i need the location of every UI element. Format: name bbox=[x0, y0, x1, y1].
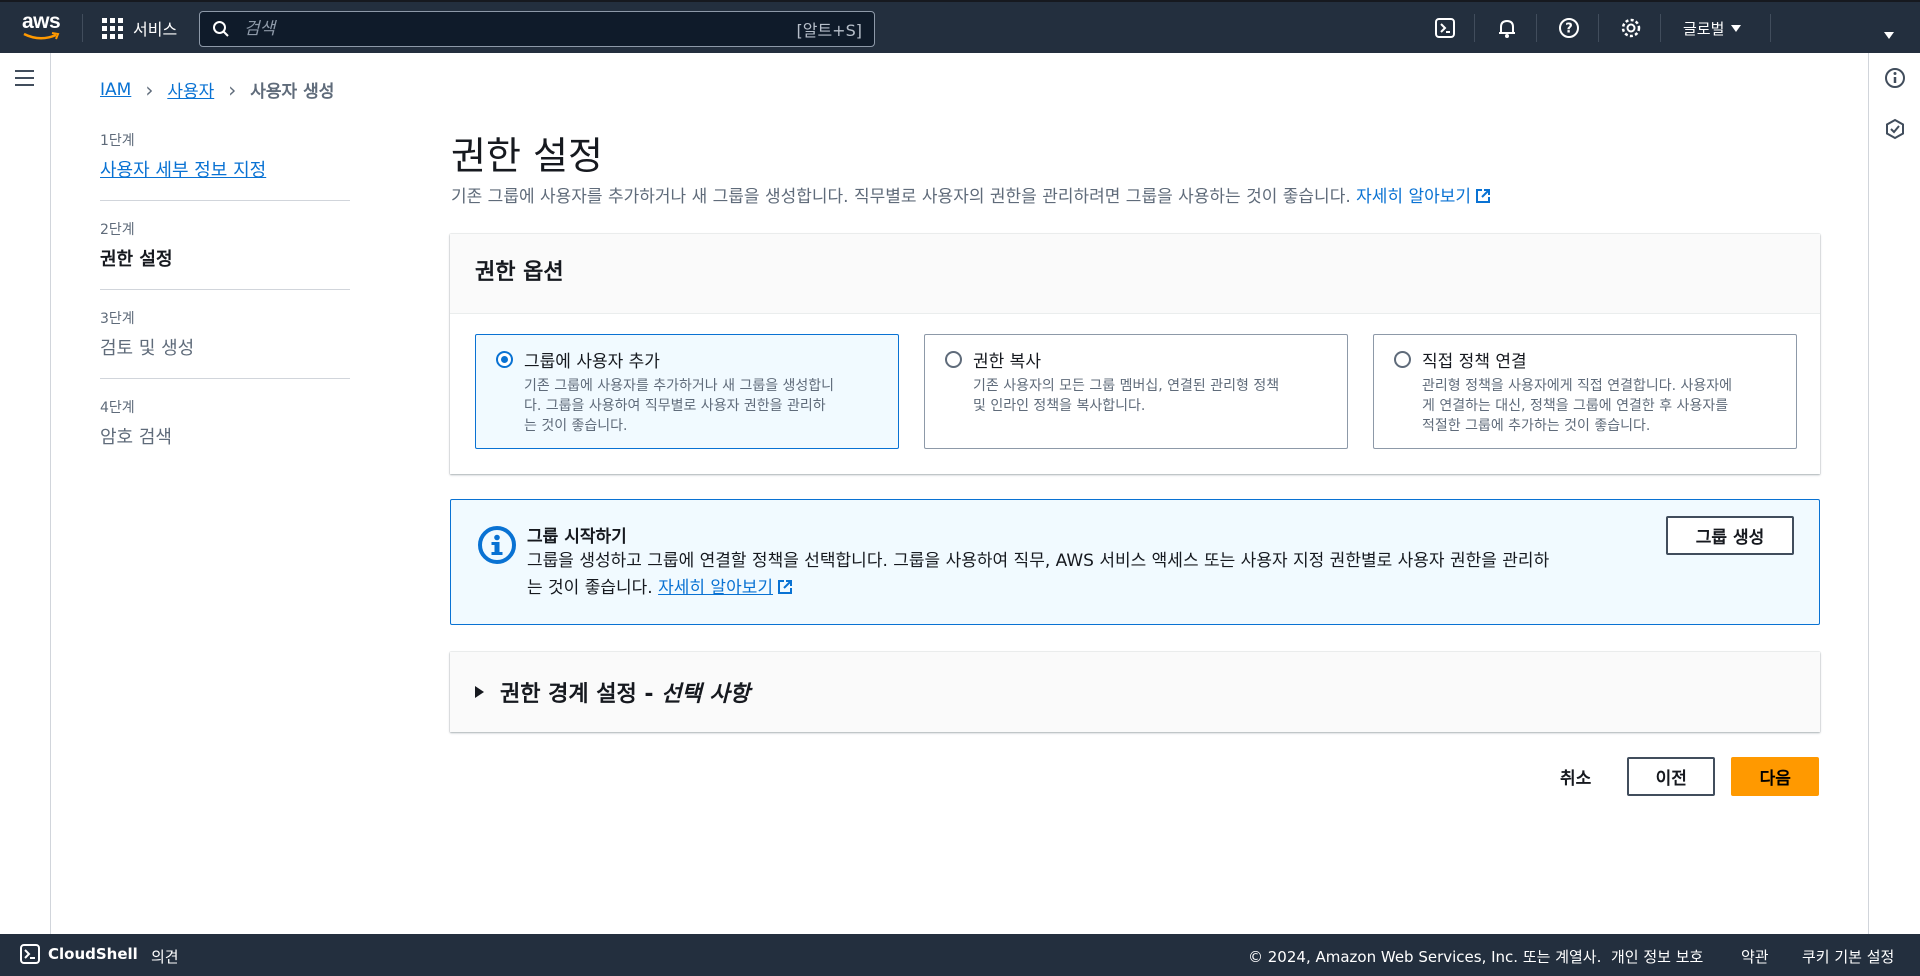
nav-divider bbox=[82, 14, 83, 42]
option-add-to-group[interactable]: 그룹에 사용자 추가 기존 그룹에 사용자를 추가하거나 새 그룹을 생성합니 … bbox=[475, 334, 899, 449]
search-shortcut-hint: [알트+S] bbox=[796, 21, 863, 40]
services-label: 서비스 bbox=[133, 20, 178, 39]
footer: CloudShell 의견 © 2024, Amazon Web Service… bbox=[0, 934, 1920, 976]
caret-down-icon bbox=[1884, 32, 1894, 39]
chevron-right-icon: › bbox=[228, 77, 237, 102]
privacy-link[interactable]: 개인 정보 보호 bbox=[1611, 946, 1703, 967]
permission-options-panel: 권한 옵션 그룹에 사용자 추가 기존 그룹에 사용자를 추가하거나 새 그룹을… bbox=[450, 234, 1820, 474]
services-menu-button[interactable]: 서비스 bbox=[102, 16, 177, 40]
aws-smile-icon bbox=[23, 32, 60, 40]
cloudshell-icon[interactable] bbox=[1433, 16, 1457, 40]
option-description: 관리형 정책을 사용자에게 직접 연결합니다. 사용자에 게 연결하는 대신, … bbox=[1422, 378, 1733, 434]
cookie-preferences-link[interactable]: 쿠키 기본 설정 bbox=[1802, 946, 1894, 967]
cancel-button[interactable]: 취소 bbox=[1540, 764, 1611, 789]
nav-divider bbox=[1770, 14, 1771, 42]
right-side-rail bbox=[1868, 53, 1920, 934]
step-number: 3단계 bbox=[100, 311, 135, 327]
help-icon[interactable]: ? bbox=[1557, 16, 1581, 40]
top-navigation: aws 서비스 [알트+S] ? 글로벌 bbox=[0, 0, 1920, 53]
radio-button-selected[interactable] bbox=[496, 351, 513, 368]
page-title: 권한 설정 bbox=[451, 134, 603, 178]
wizard-step-3: 3단계 검토 및 생성 bbox=[100, 308, 350, 379]
step-label: 검토 및 생성 bbox=[100, 338, 195, 359]
terms-link[interactable]: 약관 bbox=[1741, 946, 1769, 967]
info-icon bbox=[478, 526, 516, 564]
option-description: 기존 그룹에 사용자를 추가하거나 새 그룹을 생성합니 다. 그룹을 사용하여… bbox=[524, 378, 835, 434]
page-description: 기존 그룹에 사용자를 추가하거나 새 그룹을 생성합니다. 직무별로 사용자의… bbox=[451, 182, 1491, 207]
nav-divider bbox=[1474, 14, 1475, 42]
nav-divider bbox=[1536, 14, 1537, 42]
breadcrumb-current: 사용자 생성 bbox=[250, 82, 335, 102]
previous-button[interactable]: 이전 bbox=[1627, 757, 1716, 796]
settings-gear-icon[interactable] bbox=[1619, 16, 1643, 40]
step-link-user-details[interactable]: 사용자 세부 정보 지정 bbox=[100, 160, 266, 181]
learn-more-label: 자세히 알아보기 bbox=[1356, 187, 1472, 207]
learn-more-link[interactable]: 자세히 알아보기 bbox=[1356, 187, 1491, 207]
breadcrumb-link-users[interactable]: 사용자 bbox=[167, 77, 214, 102]
cloudshell-button[interactable]: CloudShell bbox=[20, 944, 138, 964]
wizard-actions: 취소 이전 다음 bbox=[1540, 757, 1820, 796]
option-description: 기존 사용자의 모든 그룹 멤버십, 연결된 관리형 정책 및 인라인 정책을 … bbox=[973, 378, 1280, 414]
radio-button[interactable] bbox=[1394, 351, 1411, 368]
alert-body-text: 그룹을 생성하고 그룹에 연결할 정책을 선택합니다. 그룹을 사용하여 직무,… bbox=[527, 551, 1550, 571]
option-title: 그룹에 사용자 추가 bbox=[524, 352, 660, 372]
option-title: 직접 정책 연결 bbox=[1422, 352, 1527, 372]
nav-divider bbox=[1660, 14, 1661, 42]
wizard-step-4: 4단계 암호 검색 bbox=[100, 397, 350, 467]
search-input[interactable] bbox=[244, 19, 797, 39]
option-title: 권한 복사 bbox=[973, 352, 1041, 372]
external-link-icon bbox=[778, 580, 792, 594]
create-group-button[interactable]: 그룹 생성 bbox=[1666, 516, 1794, 555]
copyright-text: © 2024, Amazon Web Services, Inc. 또는 계열사… bbox=[1248, 948, 1602, 966]
permission-option-tiles: 그룹에 사용자 추가 기존 그룹에 사용자를 추가하거나 새 그룹을 생성합니 … bbox=[475, 334, 1797, 449]
step-label-current: 권한 설정 bbox=[100, 249, 173, 270]
next-button[interactable]: 다음 bbox=[1731, 757, 1820, 796]
svg-text:?: ? bbox=[1565, 22, 1573, 37]
caret-right-icon bbox=[475, 686, 484, 698]
alert-title: 그룹 시작하기 bbox=[527, 527, 627, 547]
expandable-title: 권한 경계 설정 - 선택 사항 bbox=[500, 682, 750, 707]
wizard-step-1: 1단계 사용자 세부 정보 지정 bbox=[100, 130, 350, 201]
wizard-step-2: 2단계 권한 설정 bbox=[100, 219, 350, 290]
region-selector[interactable]: 글로벌 bbox=[1683, 18, 1742, 39]
services-grid-icon bbox=[102, 17, 123, 39]
info-alert-get-started-groups: 그룹 시작하기 그룹을 생성하고 그룹에 연결할 정책을 선택합니다. 그룹을 … bbox=[450, 499, 1820, 625]
feedback-link[interactable]: 의견 bbox=[151, 946, 179, 967]
cloudshell-icon bbox=[20, 944, 40, 964]
alert-body: 그룹을 생성하고 그룹에 연결할 정책을 선택합니다. 그룹을 사용하여 직무,… bbox=[527, 548, 1637, 602]
panel-title: 권한 옵션 bbox=[450, 234, 1820, 314]
notifications-bell-icon[interactable] bbox=[1495, 16, 1519, 40]
external-link-icon bbox=[1476, 189, 1491, 203]
option-attach-policies[interactable]: 직접 정책 연결 관리형 정책을 사용자에게 직접 연결합니다. 사용자에 게 … bbox=[1373, 334, 1797, 449]
aws-logo-text: aws bbox=[22, 10, 61, 33]
info-panel-icon[interactable] bbox=[1884, 67, 1906, 89]
step-label: 암호 검색 bbox=[100, 427, 172, 448]
left-side-rail bbox=[0, 53, 51, 934]
breadcrumb: IAM › 사용자 › 사용자 생성 bbox=[100, 77, 335, 103]
search-icon bbox=[213, 21, 229, 37]
step-number: 4단계 bbox=[100, 400, 135, 416]
wizard-steps: 1단계 사용자 세부 정보 지정 2단계 권한 설정 3단계 검토 및 생성 4… bbox=[100, 130, 350, 485]
step-number: 1단계 bbox=[100, 133, 135, 149]
alert-learn-more-link[interactable]: 자세히 알아보기 bbox=[658, 578, 773, 598]
step-number: 2단계 bbox=[100, 222, 135, 238]
nav-divider bbox=[1598, 14, 1599, 42]
caret-down-icon bbox=[1731, 25, 1742, 32]
chevron-right-icon: › bbox=[145, 77, 154, 102]
region-label: 글로벌 bbox=[1683, 20, 1725, 38]
permissions-boundary-expandable[interactable]: 권한 경계 설정 - 선택 사항 bbox=[450, 652, 1820, 732]
radio-button[interactable] bbox=[945, 351, 962, 368]
security-hexagon-icon[interactable] bbox=[1884, 118, 1906, 140]
aws-logo[interactable]: aws bbox=[20, 10, 62, 44]
account-menu-button[interactable] bbox=[1884, 24, 1894, 44]
breadcrumb-link-iam[interactable]: IAM bbox=[100, 80, 131, 100]
cloudshell-label: CloudShell bbox=[48, 945, 138, 963]
alert-body-text: 는 것이 좋습니다. bbox=[527, 578, 653, 598]
option-copy-permissions[interactable]: 권한 복사 기존 사용자의 모든 그룹 멤버십, 연결된 관리형 정책 및 인라… bbox=[924, 334, 1348, 449]
page-description-text: 기존 그룹에 사용자를 추가하거나 새 그룹을 생성합니다. 직무별로 사용자의… bbox=[451, 187, 1351, 207]
menu-hamburger-icon[interactable] bbox=[15, 70, 34, 91]
search-bar[interactable]: [알트+S] bbox=[199, 11, 875, 47]
